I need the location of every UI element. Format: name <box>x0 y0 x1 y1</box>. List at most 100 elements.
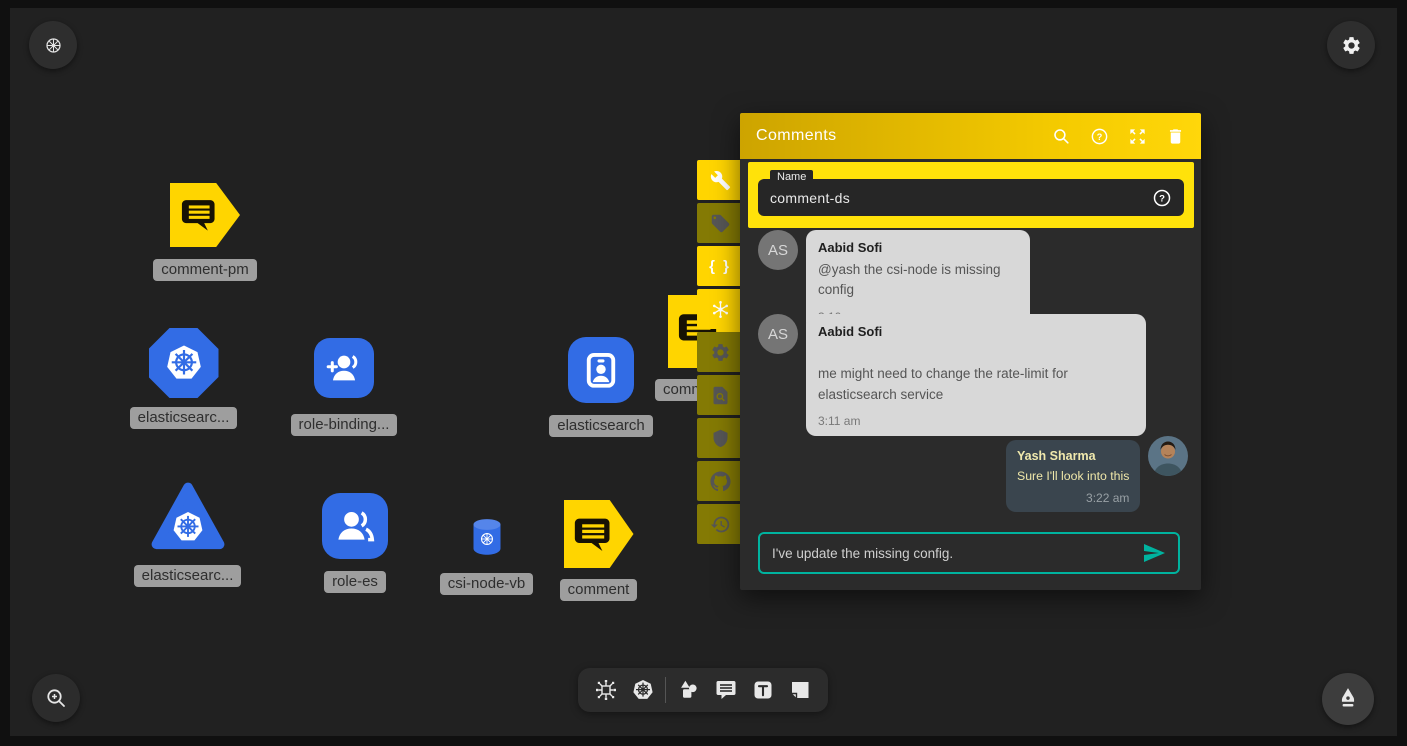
tool-node-graph[interactable] <box>591 675 621 705</box>
comment-input[interactable] <box>772 546 1142 561</box>
node-elasticsearch-octagon[interactable]: elasticsearc... <box>131 328 236 429</box>
message-text: me might need to change the rate-limit f… <box>818 344 1134 405</box>
node-action-toolbar: { } <box>697 160 743 544</box>
tool-mesh-sync[interactable] <box>697 289 743 329</box>
users-icon <box>334 505 376 547</box>
node-label: role-binding... <box>291 414 398 436</box>
menu-button[interactable] <box>29 21 77 69</box>
message-bubble: Aabid Sofi me might need to change the r… <box>806 314 1146 436</box>
message-author: Aabid Sofi <box>818 240 1018 255</box>
zoom-button[interactable] <box>32 674 80 722</box>
node-label: elasticsearch <box>549 415 653 437</box>
node-label: csi-node-vb <box>440 573 534 595</box>
users-plus-icon <box>325 349 363 387</box>
gear-icon <box>710 342 731 363</box>
tool-inspect[interactable] <box>697 375 743 415</box>
note-icon <box>788 678 812 702</box>
kubernetes-wheel-icon <box>44 36 63 55</box>
comment-shape[interactable] <box>170 183 240 247</box>
send-icon[interactable] <box>1142 541 1166 565</box>
service-account-shape[interactable] <box>568 337 634 403</box>
node-label: elasticsearc... <box>130 407 238 429</box>
message-time: 3:22 am <box>1017 491 1129 505</box>
name-help-icon[interactable] <box>1152 188 1172 208</box>
gear-icon <box>1341 35 1362 56</box>
kubernetes-icon <box>170 509 206 545</box>
kubernetes-octagon-shape[interactable] <box>149 328 219 398</box>
tool-comment[interactable] <box>711 675 741 705</box>
panel-title: Comments <box>756 127 837 145</box>
speech-bubble-icon <box>174 192 224 238</box>
name-input-wrap[interactable]: Name <box>758 179 1184 216</box>
tool-settings[interactable] <box>697 332 743 372</box>
doc-search-icon <box>710 385 731 406</box>
delete-icon[interactable] <box>1166 127 1185 146</box>
comments-panel: Comments Name AS Aabid Sofi @yash the cs… <box>740 113 1201 590</box>
app-window: comment-pm elasticsearc... role-binding.… <box>0 0 1407 746</box>
tool-history[interactable] <box>697 504 743 544</box>
message-time: 3:11 am <box>818 414 1134 428</box>
avatar-photo <box>1148 436 1188 476</box>
kubernetes-icon <box>631 678 655 702</box>
node-label: elasticsearc... <box>134 565 242 587</box>
role-shape[interactable] <box>322 493 388 559</box>
tag-icon <box>710 213 731 234</box>
message-text: @yash the csi-node is missing config <box>818 260 1018 301</box>
github-icon <box>710 471 731 492</box>
node-label: comment <box>560 579 638 601</box>
chat-message: AS Aabid Sofi me might need to change th… <box>758 314 1146 436</box>
tool-note[interactable] <box>785 675 815 705</box>
name-input[interactable] <box>770 190 1152 206</box>
wrench-icon <box>710 170 731 191</box>
tool-text[interactable] <box>748 675 778 705</box>
shield-icon <box>710 428 731 449</box>
pen-icon <box>1335 686 1361 712</box>
tool-security[interactable] <box>697 418 743 458</box>
comment-shape[interactable] <box>564 500 634 568</box>
kubernetes-icon <box>163 342 205 384</box>
comments-panel-header[interactable]: Comments <box>740 113 1201 159</box>
braces-icon: { } <box>709 258 731 275</box>
avatar: AS <box>758 230 798 270</box>
node-elasticsearch-triangle[interactable]: elasticsearc... <box>135 481 240 587</box>
kubernetes-triangle-shape[interactable] <box>150 481 226 553</box>
zoom-in-icon <box>44 686 68 710</box>
node-csi-node-vb[interactable]: csi-node-vb <box>434 517 539 595</box>
help-icon[interactable] <box>1090 127 1109 146</box>
avatar: AS <box>758 314 798 354</box>
name-field-section: Name <box>748 162 1194 228</box>
node-elasticsearch-serviceaccount[interactable]: elasticsearch <box>551 337 651 437</box>
history-icon <box>710 514 731 535</box>
message-bubble: Yash Sharma Sure I'll look into this 3:2… <box>1006 440 1140 512</box>
speech-bubble-icon <box>568 510 618 559</box>
pen-tool-button[interactable] <box>1322 673 1374 725</box>
expand-icon[interactable] <box>1128 127 1147 146</box>
chat-message: Yash Sharma Sure I'll look into this 3:2… <box>1006 440 1188 512</box>
shape-toolbar <box>578 668 828 712</box>
badge-icon <box>580 349 622 391</box>
role-binding-shape[interactable] <box>314 338 374 398</box>
tool-github[interactable] <box>697 461 743 501</box>
tool-json[interactable]: { } <box>697 246 743 286</box>
node-label: role-es <box>324 571 386 593</box>
tool-shapes[interactable] <box>674 675 704 705</box>
node-comment[interactable]: comment <box>556 500 641 601</box>
message-author: Yash Sharma <box>1017 449 1129 463</box>
node-role-binding[interactable]: role-binding... <box>289 338 399 436</box>
tool-tags[interactable] <box>697 203 743 243</box>
message-text: Sure I'll look into this <box>1017 467 1129 485</box>
circuit-icon <box>594 678 618 702</box>
cylinder-shape[interactable] <box>469 517 505 556</box>
text-icon <box>751 678 775 702</box>
node-role-es[interactable]: role-es <box>310 493 400 593</box>
tool-configure[interactable] <box>697 160 743 200</box>
message-author: Aabid Sofi <box>818 324 1134 339</box>
kubernetes-icon <box>479 531 495 547</box>
search-icon[interactable] <box>1052 127 1071 146</box>
toolbar-divider <box>665 677 666 703</box>
tool-kubernetes[interactable] <box>628 675 658 705</box>
comment-composer[interactable] <box>758 532 1180 574</box>
name-field-label: Name <box>770 170 813 185</box>
node-comment-pm[interactable]: comment-pm <box>150 183 260 281</box>
settings-button[interactable] <box>1327 21 1375 69</box>
